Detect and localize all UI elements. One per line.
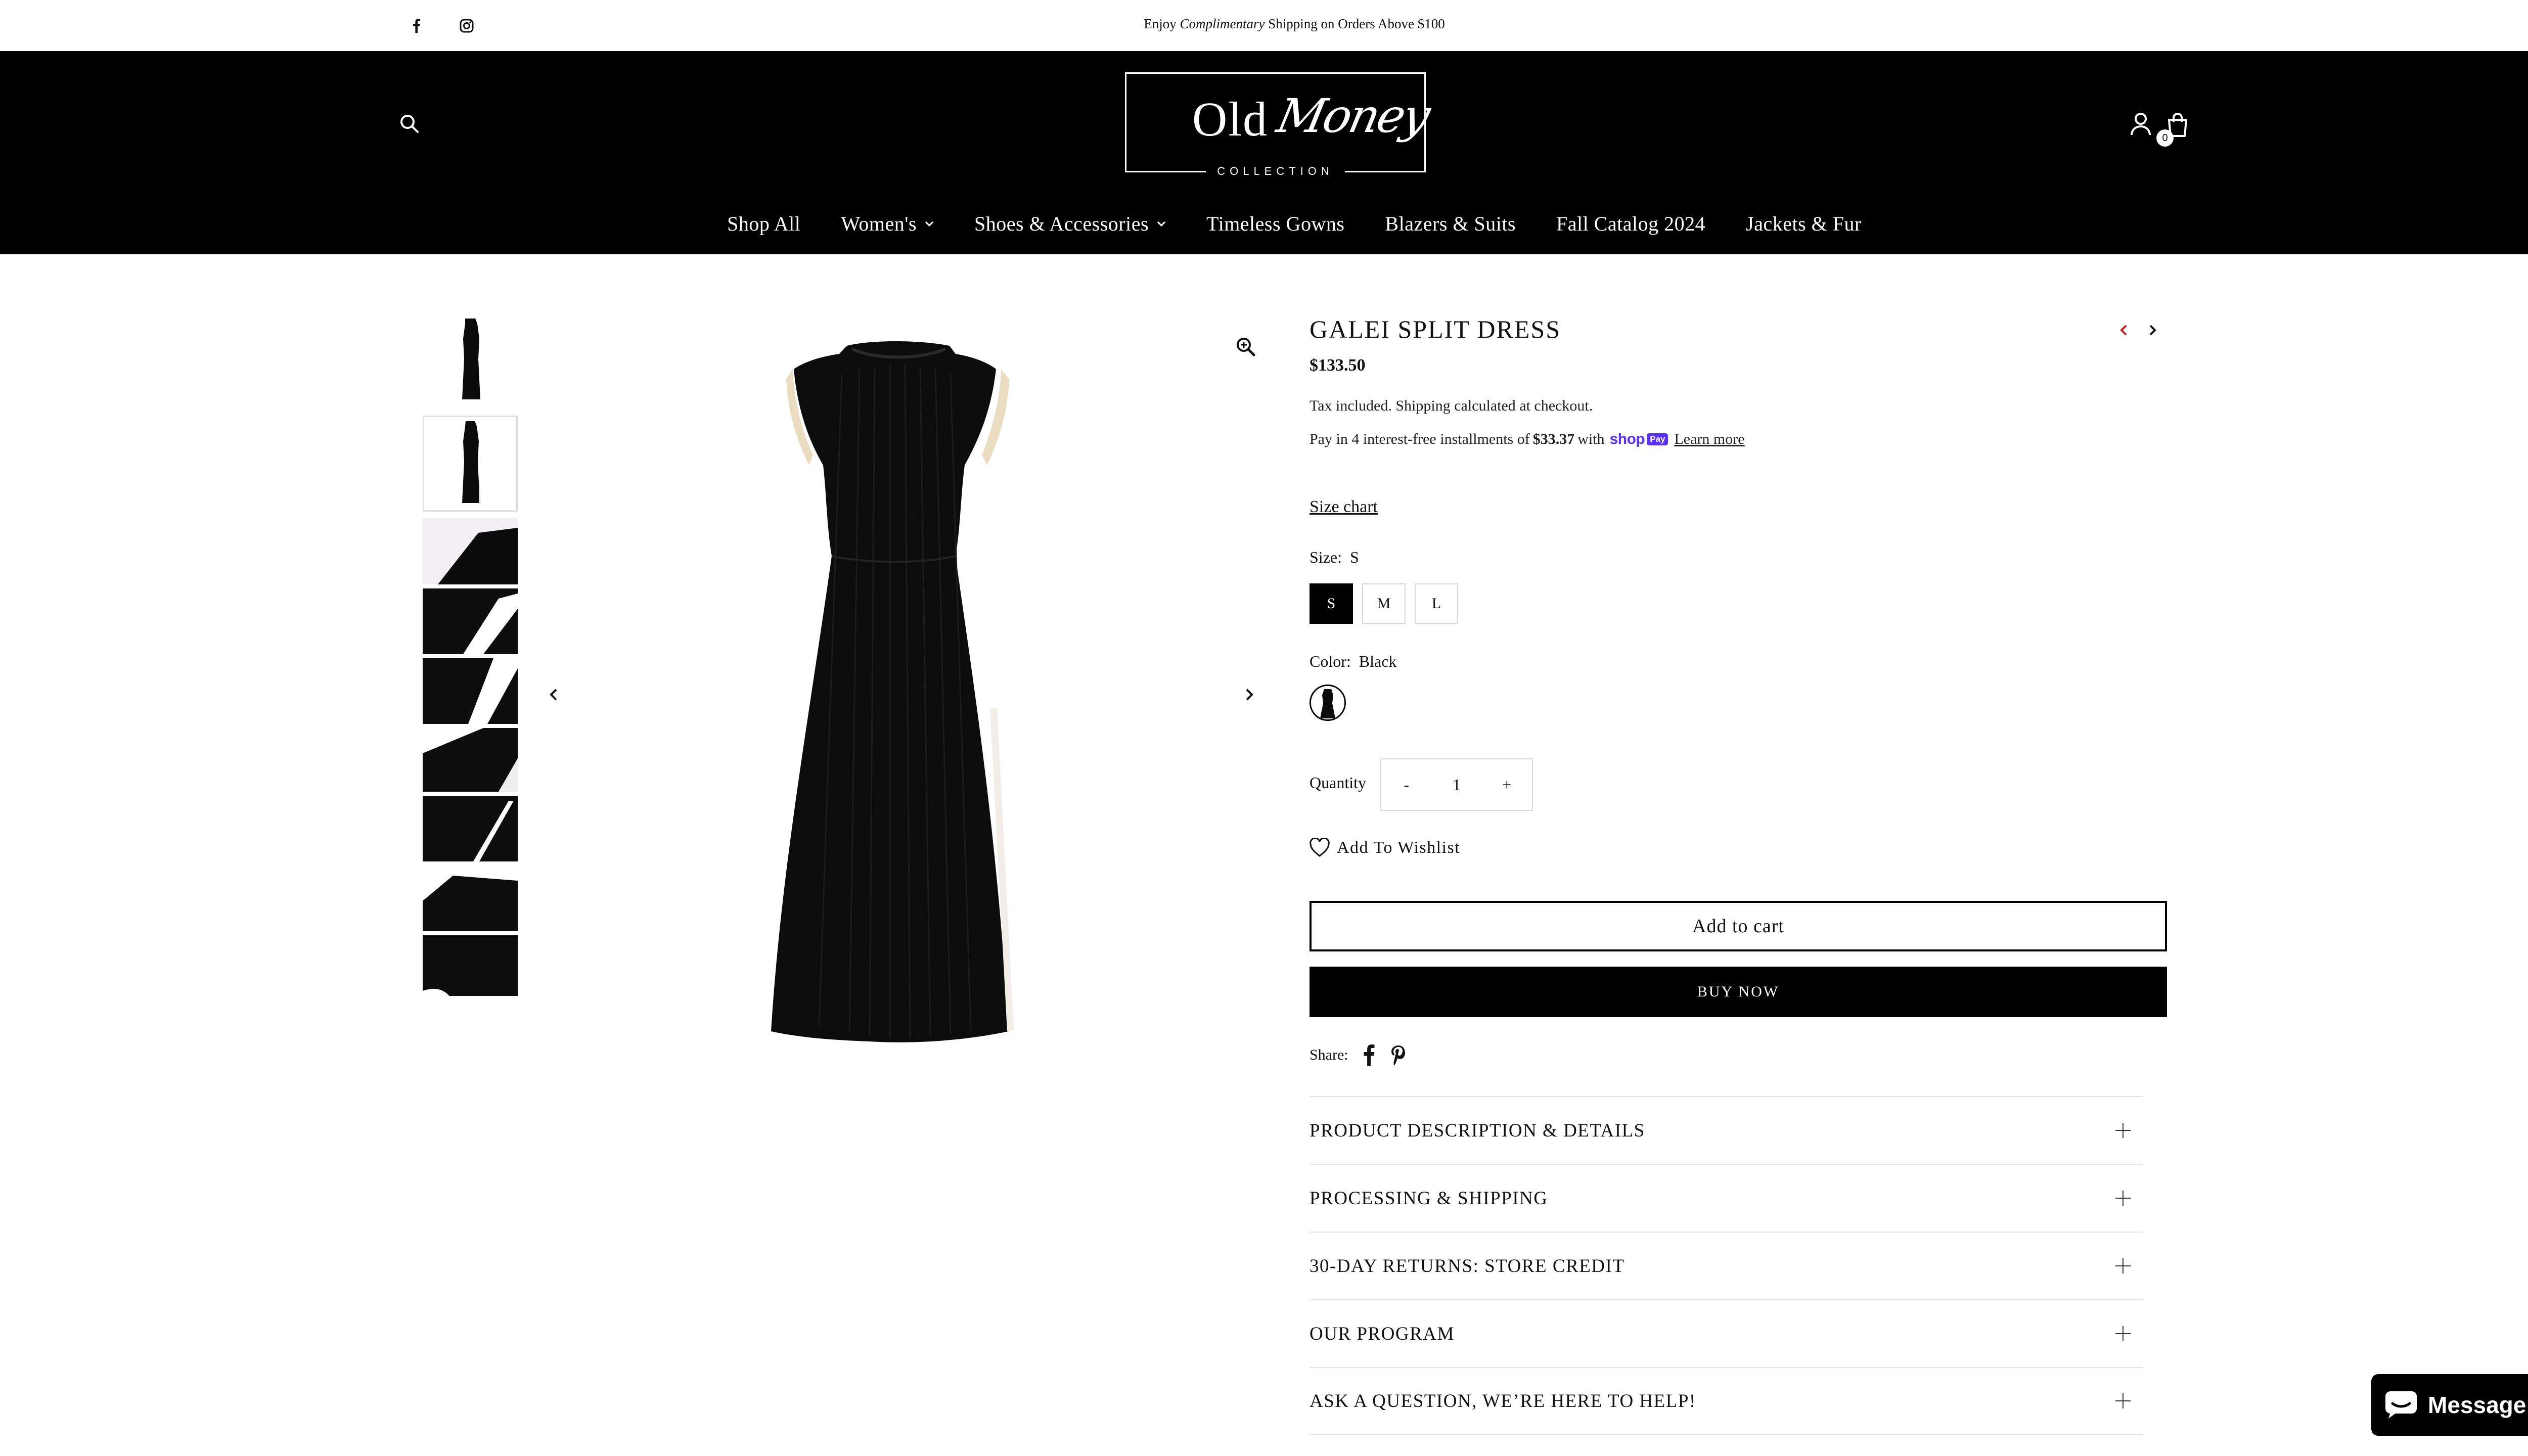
- quantity-increase-button[interactable]: +: [1482, 776, 1532, 794]
- logo-word-money: Money: [1272, 89, 1433, 143]
- zoom-icon[interactable]: [1235, 336, 1257, 358]
- color-swatch-black[interactable]: [1310, 685, 1346, 721]
- account-icon[interactable]: [2130, 112, 2152, 136]
- main-nav: Shop All Women's Shoes & Accessories Tim…: [0, 212, 2528, 236]
- quantity-label: Quantity: [1310, 774, 1366, 792]
- message-us-button[interactable]: Message us: [2371, 1374, 2528, 1436]
- chevron-down-icon: [925, 221, 934, 226]
- product-accordion: PRODUCT DESCRIPTION & DETAILS PROCESSING…: [1310, 1096, 2143, 1435]
- thumbnail-8[interactable]: [423, 866, 518, 931]
- accordion-title: PROCESSING & SHIPPING: [1310, 1188, 1548, 1209]
- announcement-text: Enjoy Complimentary Shipping on Orders A…: [1144, 16, 1445, 31]
- wishlist-label: Add To Wishlist: [1337, 838, 1461, 857]
- size-options: S M L: [1310, 583, 1458, 624]
- previous-product-arrow[interactable]: [2115, 322, 2133, 339]
- plus-icon: [2115, 1191, 2131, 1206]
- accordion-title: 30-DAY RETURNS: STORE CREDIT: [1310, 1255, 1625, 1277]
- chat-label: Message us: [2428, 1392, 2528, 1418]
- nav-jackets-fur[interactable]: Jackets & Fur: [1726, 212, 1882, 236]
- logo-subtitle: COLLECTION: [1126, 165, 1424, 178]
- tax-note: Tax included. Shipping calculated at che…: [1310, 397, 1593, 414]
- buy-now-button[interactable]: BUY NOW: [1310, 967, 2167, 1017]
- installments-text: Pay in 4 interest-free installments of: [1310, 431, 1530, 447]
- quantity-decrease-button[interactable]: -: [1381, 776, 1431, 794]
- size-option-m[interactable]: M: [1362, 583, 1406, 624]
- share-label: Share:: [1310, 1046, 1348, 1063]
- nav-womens[interactable]: Women's: [821, 212, 954, 236]
- color-label: Color: Black: [1310, 652, 1397, 670]
- thumbnail-2[interactable]: [423, 416, 518, 512]
- chevron-down-icon: [1157, 221, 1166, 226]
- search-icon[interactable]: [398, 113, 421, 135]
- thumbnail-9[interactable]: [423, 935, 518, 1001]
- product-price: $133.50: [1310, 356, 1366, 375]
- accordion-processing-shipping[interactable]: PROCESSING & SHIPPING: [1310, 1164, 2143, 1232]
- cart-count-badge: 0: [2156, 129, 2174, 147]
- accordion-returns[interactable]: 30-DAY RETURNS: STORE CREDIT: [1310, 1232, 2143, 1299]
- nav-blazers-suits[interactable]: Blazers & Suits: [1365, 212, 1536, 236]
- heart-icon: [1310, 838, 1330, 857]
- product-title: GALEI SPLIT DRESS: [1310, 315, 1561, 343]
- site-header: Old Money COLLECTION 0 Shop All Women's …: [0, 51, 2528, 254]
- plus-icon: [2115, 1393, 2131, 1408]
- chat-bubble-icon: [2385, 1391, 2417, 1419]
- nav-shoes-accessories[interactable]: Shoes & Accessories: [954, 212, 1186, 236]
- thumbnail-5[interactable]: [423, 658, 518, 724]
- size-option-l[interactable]: L: [1415, 583, 1458, 624]
- learn-more-link[interactable]: Learn more: [1674, 431, 1744, 448]
- accordion-our-program[interactable]: OUR PROGRAM: [1310, 1299, 2143, 1367]
- thumbnail-1[interactable]: [423, 313, 518, 410]
- installment-amount: $33.37: [1532, 431, 1575, 447]
- nav-timeless-gowns[interactable]: Timeless Gowns: [1186, 212, 1365, 236]
- next-product-arrow[interactable]: [2144, 322, 2161, 339]
- thumbnail-6[interactable]: [423, 728, 518, 792]
- thumbnail-7[interactable]: [423, 796, 518, 861]
- plus-icon: [2115, 1326, 2131, 1341]
- thumbnail-3[interactable]: [423, 518, 518, 584]
- nav-shop-all[interactable]: Shop All: [707, 212, 821, 236]
- quantity-input[interactable]: 1: [1431, 776, 1481, 794]
- nav-fall-catalog-2024[interactable]: Fall Catalog 2024: [1536, 212, 1726, 236]
- shop-pay-logo: shop Pay: [1610, 431, 1668, 448]
- share-row: Share:: [1310, 1044, 1407, 1066]
- accordion-title: ASK A QUESTION, WE’RE HERE TO HELP!: [1310, 1390, 1696, 1412]
- accordion-title: OUR PROGRAM: [1310, 1323, 1455, 1344]
- pinterest-icon[interactable]: [1390, 1044, 1407, 1066]
- plus-icon: [2115, 1123, 2131, 1138]
- size-label: Size: S: [1310, 548, 1359, 566]
- quantity-stepper: - 1 +: [1380, 758, 1533, 811]
- facebook-icon[interactable]: [1364, 1044, 1375, 1066]
- plus-icon: [2115, 1258, 2131, 1273]
- size-chart-link[interactable]: Size chart: [1310, 497, 1378, 517]
- thumbnail-4[interactable]: [423, 588, 518, 654]
- add-to-wishlist-button[interactable]: Add To Wishlist: [1310, 838, 1460, 857]
- logo-word-old: Old: [1192, 92, 1268, 146]
- installments-with: with: [1577, 431, 1605, 447]
- site-logo[interactable]: Old Money COLLECTION: [1125, 72, 1433, 177]
- announcement-bar: Enjoy Complimentary Shipping on Orders A…: [0, 0, 2528, 52]
- accordion-ask-question[interactable]: ASK A QUESTION, WE’RE HERE TO HELP!: [1310, 1367, 2143, 1435]
- size-option-s[interactable]: S: [1310, 583, 1353, 624]
- accordion-product-description[interactable]: PRODUCT DESCRIPTION & DETAILS: [1310, 1096, 2143, 1164]
- add-to-cart-button[interactable]: Add to cart: [1310, 901, 2167, 951]
- installments-note: Pay in 4 interest-free installments of $…: [1310, 431, 1745, 448]
- accordion-title: PRODUCT DESCRIPTION & DETAILS: [1310, 1120, 1645, 1141]
- main-product-image[interactable]: [556, 313, 1264, 1052]
